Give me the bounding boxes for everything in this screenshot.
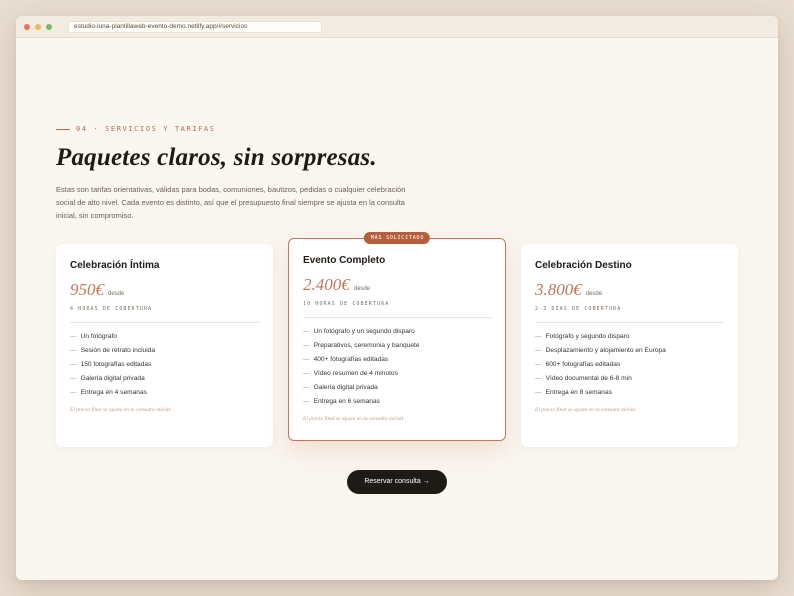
card-title: Evento Completo — [303, 255, 386, 266]
feature-item: — Un fotógrafo — [70, 333, 117, 340]
feature-list: — Fotógrafo y segundo disparo — Desplazami… — [535, 330, 666, 400]
section-title: Paquetes claros, sin sorpresas. — [56, 144, 377, 171]
card-divider — [535, 322, 724, 323]
price-row: 950€ desde — [70, 280, 124, 300]
feature-item: — Entrega en 8 semanas — [535, 389, 612, 396]
feature-item: — Entrega en 6 semanas — [303, 398, 380, 405]
price-suffix: desde — [585, 291, 603, 297]
price-suffix: desde — [108, 291, 125, 297]
feature-list: — Un fotógrafo y un segundo disparo — Prep… — [303, 325, 420, 409]
book-consultation-button[interactable]: Reservar consulta → — [347, 470, 447, 494]
feature-item: —600+ fotografías editadas — [535, 361, 621, 368]
feature-item: — Galería digital privada — [70, 375, 145, 382]
address-bar[interactable]: estudio-luna-plantillaweb-evento-demo.ne… — [68, 20, 322, 33]
pricing-card-intima: Celebración Íntima 950€ desde 4 HORAS DE… — [56, 244, 273, 447]
minimize-window-icon[interactable] — [35, 23, 41, 30]
card-coverage: 2-3 DÍAS DE COBERTURA — [535, 306, 622, 312]
card-price: 2.400€ — [303, 275, 350, 294]
feature-list: — Un fotógrafo — Sesión de retrato incluid… — [70, 330, 155, 400]
feature-item: — Vídeo resumen de 4 minutos — [303, 370, 398, 377]
feature-item: — Vídeo documental de 6-8 min — [535, 375, 632, 382]
card-coverage: 10 HORAS DE COBERTURA — [303, 301, 390, 307]
feature-item: — Un fotógrafo y un segundo disparo — [303, 328, 415, 335]
eyebrow-line — [56, 128, 70, 130]
card-title: Celebración Íntima — [70, 260, 160, 271]
section-intro: Estas son tarifas orientativas, válidas … — [56, 185, 406, 220]
price-row: 2.400€ desde — [303, 275, 370, 295]
pricing-card-completo: MÁS SOLICITADO Evento Completo 2.400€ de… — [288, 232, 506, 441]
card-note: El precio final se ajusta en la consulta… — [535, 407, 637, 413]
feature-item: — Desplazamiento y alojamiento en Europa — [535, 347, 666, 354]
card-price: 3.800€ — [535, 280, 582, 299]
close-window-icon[interactable] — [24, 23, 30, 30]
section-eyebrow: 04 · SERVICIOS Y TARIFAS — [56, 125, 216, 133]
most-requested-badge: MÁS SOLICITADO — [363, 232, 431, 244]
pricing-card-destino: Celebración Destino 3.800€ desde 2-3 DÍA… — [521, 244, 738, 447]
price-suffix: desde — [353, 286, 371, 292]
feature-item: — Entrega en 4 semanas — [70, 389, 147, 396]
card-price: 950€ — [70, 280, 104, 299]
card-title: Celebración Destino — [535, 260, 632, 271]
eyebrow-text: 04 · SERVICIOS Y TARIFAS — [76, 125, 216, 133]
maximize-window-icon[interactable] — [46, 23, 52, 30]
feature-item: —400+ fotografías editadas — [303, 356, 389, 363]
feature-item: — Fotógrafo y segundo disparo — [535, 333, 630, 340]
price-row: 3.800€ desde — [535, 280, 602, 300]
card-note: El precio final se ajusta en la consulta… — [303, 416, 405, 422]
card-coverage: 4 HORAS DE COBERTURA — [70, 306, 153, 312]
browser-toolbar: estudio-luna-plantillaweb-evento-demo.ne… — [16, 16, 778, 38]
feature-item: —150 fotografías editadas — [70, 361, 152, 368]
card-note: El precio final se ajusta en la consulta… — [70, 407, 172, 413]
card-divider — [303, 317, 491, 318]
feature-item: — Galería digital privada — [303, 384, 378, 391]
feature-item: — Sesión de retrato incluida — [70, 347, 156, 354]
browser-window: estudio-luna-plantillaweb-evento-demo.ne… — [16, 16, 778, 580]
feature-item: — Preparativos, ceremonia y banquete — [303, 342, 420, 349]
card-divider — [70, 322, 259, 323]
